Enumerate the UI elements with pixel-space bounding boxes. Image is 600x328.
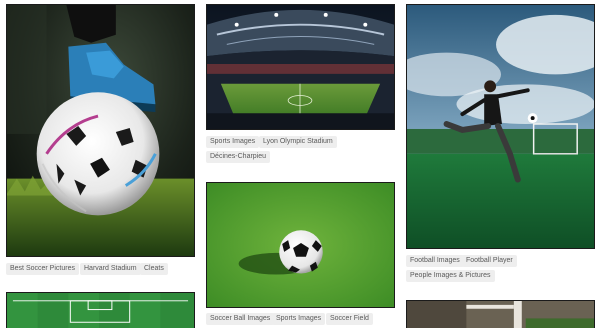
photo-soccer-field-aerial[interactable] bbox=[6, 292, 195, 328]
tag-list: Best Soccer Pictures Harvard Stadium Cle… bbox=[6, 262, 195, 276]
tag-list: Sports Images Lyon Olympic Stadium Décin… bbox=[206, 135, 395, 165]
tag-people-images-pictures[interactable]: People Images & Pictures bbox=[406, 270, 495, 282]
tag-lyon-olympic-stadium[interactable]: Lyon Olympic Stadium bbox=[259, 136, 337, 148]
tag-cleats[interactable]: Cleats bbox=[140, 263, 168, 275]
photo-player-kicking[interactable] bbox=[406, 4, 595, 249]
photo-stadium-aerial[interactable] bbox=[206, 4, 395, 130]
tag-harvard-stadium[interactable]: Harvard Stadium bbox=[80, 263, 141, 275]
photo-card[interactable] bbox=[6, 292, 195, 328]
tag-football-player[interactable]: Football Player bbox=[462, 255, 517, 267]
photo-card[interactable]: Football Images Football Player People I… bbox=[406, 0, 595, 290]
photo-card[interactable]: Best Soccer Pictures Harvard Stadium Cle… bbox=[6, 0, 195, 280]
tag-list: Football Images Football Player People I… bbox=[406, 254, 595, 284]
photo-stadium-goal[interactable] bbox=[406, 300, 595, 328]
tag-decines-charpieu[interactable]: Décines-Charpieu bbox=[206, 151, 271, 163]
photo-soccer-ball-cleat[interactable] bbox=[6, 4, 195, 257]
photo-card[interactable] bbox=[406, 300, 595, 328]
tag-soccer-ball-images[interactable]: Soccer Ball Images bbox=[206, 313, 275, 325]
photo-card[interactable]: Soccer Ball Images Sports Images Soccer … bbox=[206, 180, 395, 328]
tag-best-soccer-pictures[interactable]: Best Soccer Pictures bbox=[6, 263, 79, 275]
tag-sports-images[interactable]: Sports Images bbox=[272, 313, 326, 325]
tag-list: Soccer Ball Images Sports Images Soccer … bbox=[206, 312, 395, 326]
tag-sports-images[interactable]: Sports Images bbox=[206, 136, 260, 148]
photo-soccer-ball-turf[interactable] bbox=[206, 182, 395, 308]
photo-gallery: Best Soccer Pictures Harvard Stadium Cle… bbox=[0, 0, 600, 328]
tag-soccer-field[interactable]: Soccer Field bbox=[326, 313, 373, 325]
tag-football-images[interactable]: Football Images bbox=[406, 255, 464, 267]
photo-card[interactable]: Sports Images Lyon Olympic Stadium Décin… bbox=[206, 0, 395, 168]
